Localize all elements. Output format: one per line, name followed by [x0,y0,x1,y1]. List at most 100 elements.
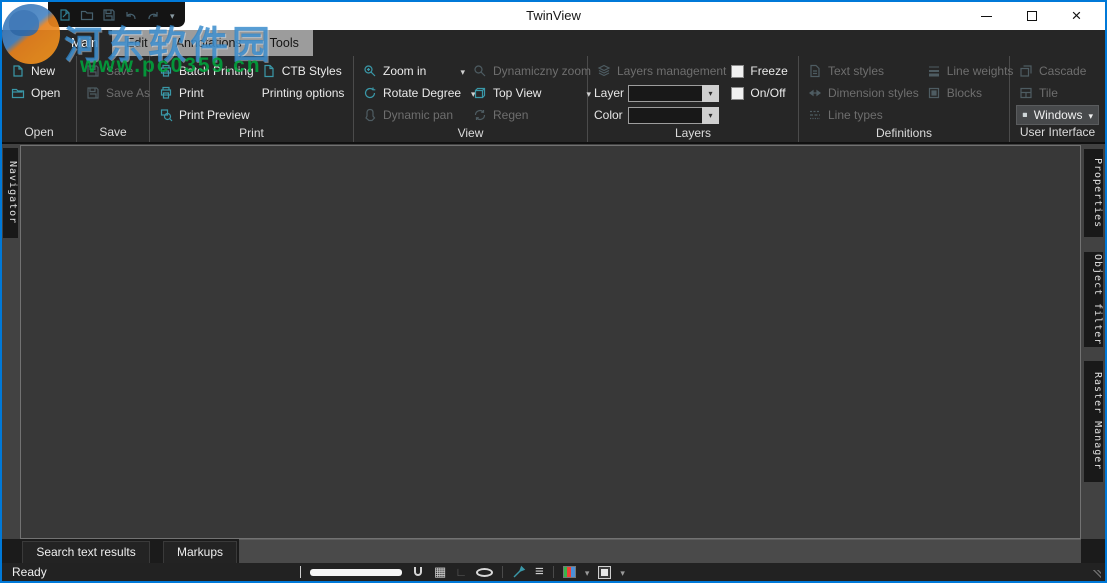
open-button[interactable]: Open [8,82,63,104]
group-label-print: Print [150,126,353,142]
save-as-icon [86,86,100,100]
open-folder-icon [11,86,25,100]
tab-tools[interactable]: Tools [256,30,313,56]
panel-tab-properties[interactable]: Properties [1084,149,1103,237]
pick-tool-icon[interactable] [512,565,526,579]
maximize-button[interactable] [1009,2,1054,30]
line-types-icon [808,108,822,122]
print-icon [159,86,173,100]
main-area: Navigator Properties Object filter Raste… [2,142,1105,539]
bottom-strip-cap [1081,539,1105,563]
drawing-canvas[interactable] [20,145,1081,539]
zoom-in-dropdown-icon[interactable] [456,64,465,78]
dynamic-pan-icon [363,108,377,122]
panel-tab-navigator[interactable]: Navigator [3,148,18,238]
save-as-button[interactable]: Save As [83,82,153,104]
qat-dropdown-icon[interactable] [170,6,175,24]
open-file-icon[interactable] [80,8,94,22]
windows-icon [1022,112,1028,118]
tab-edit[interactable]: Edit [112,30,162,56]
ribbon-group-view: Zoom in Rotate Degree Dynamic pan [354,56,588,142]
lineweight-display-icon[interactable] [476,568,493,577]
group-label-layers: Layers [588,126,798,142]
layer-combo-dropdown-icon[interactable] [702,85,719,102]
save-button[interactable]: Save [83,60,153,82]
status-slider[interactable] [310,569,402,576]
redo-icon[interactable] [146,8,160,22]
onoff-label: On/Off [750,86,785,100]
onoff-checkbox-row: On/Off [731,82,792,104]
tab-search-text-results[interactable]: Search text results [22,541,150,563]
background-color-dropdown-icon[interactable] [585,563,590,581]
close-button[interactable] [1054,2,1099,30]
background-color-icon[interactable] [563,566,576,578]
ribbon-group-layers: Layers management Layer Color [588,56,799,142]
status-text: Ready [12,563,47,581]
dimension-styles-button[interactable]: Dimension styles [805,82,922,104]
tile-button[interactable]: Tile [1016,82,1099,104]
print-preview-button[interactable]: Print Preview [156,104,257,126]
tab-markups[interactable]: Markups [163,541,237,563]
draw-order-icon[interactable] [598,566,611,579]
layers-management-button[interactable]: Layers management [594,60,729,82]
save-icon[interactable] [102,8,116,22]
status-divider [502,566,503,578]
snap-magnet-icon[interactable] [411,565,425,579]
polar-tracking-icon[interactable] [455,563,467,581]
bottom-strip-filler [239,539,1081,563]
ctb-styles-button[interactable]: CTB Styles [259,60,348,82]
windows-dropdown-icon [1088,108,1093,122]
zoom-in-button[interactable]: Zoom in [360,60,468,82]
text-styles-icon [808,64,822,78]
regen-button[interactable]: Regen [470,104,594,126]
ribbon-group-user-interface: Cascade Tile Windows User Interface [1010,56,1105,142]
color-combo-value[interactable] [628,107,702,124]
layer-label: Layer [594,86,628,100]
ctb-styles-icon [262,64,276,78]
cascade-button[interactable]: Cascade [1016,60,1099,82]
freeze-checkbox[interactable] [731,65,744,78]
status-menu-icon[interactable] [535,563,544,581]
color-combobox[interactable] [628,107,719,124]
tile-icon [1019,86,1033,100]
line-weights-icon [927,64,941,78]
dynamic-zoom-button[interactable]: Dynamiczny zoom [470,60,594,82]
ribbon-group-open: New Open Open [2,56,77,142]
line-weights-button[interactable]: Line weights [924,60,1017,82]
status-divider [300,566,301,578]
print-button[interactable]: Print [156,82,257,104]
batch-printing-button[interactable]: Batch Printing [156,60,257,82]
top-view-button[interactable]: Top View [470,82,594,104]
tab-annotations[interactable]: Annotations [162,30,256,56]
layer-combobox[interactable] [628,85,719,102]
dynamic-pan-button[interactable]: Dynamic pan [360,104,468,126]
windows-button[interactable]: Windows [1016,105,1099,125]
resize-grip[interactable] [1093,570,1101,578]
color-combo-dropdown-icon[interactable] [702,107,719,124]
color-combo-row: Color [594,104,729,126]
blocks-button[interactable]: Blocks [924,82,1017,104]
status-divider [553,566,554,578]
ribbon-tab-row: Main Edit Annotations Tools [2,30,1105,56]
text-styles-button[interactable]: Text styles [805,60,922,82]
minimize-button[interactable] [964,2,1009,30]
dimension-styles-icon [808,86,822,100]
freeze-label: Freeze [750,64,787,78]
new-button[interactable]: New [8,60,63,82]
onoff-checkbox[interactable] [731,87,744,100]
line-types-button[interactable]: Line types [805,104,922,126]
new-drawing-icon[interactable] [58,8,72,22]
undo-icon[interactable] [124,8,138,22]
printing-options-button[interactable]: Printing options [259,82,348,104]
draw-order-dropdown-icon[interactable] [620,563,625,581]
layer-combo-value[interactable] [628,85,702,102]
grid-toggle-icon[interactable] [434,563,446,581]
dynamic-zoom-icon [473,64,487,78]
panel-tab-raster-manager[interactable]: Raster Manager [1084,361,1103,482]
tab-main[interactable]: Main [57,30,112,56]
rotate-degree-button[interactable]: Rotate Degree [360,82,468,104]
print-preview-icon [159,108,173,122]
new-icon [11,64,25,78]
quick-access-toolbar [48,2,185,27]
panel-tab-object-filter[interactable]: Object filter [1084,252,1103,347]
